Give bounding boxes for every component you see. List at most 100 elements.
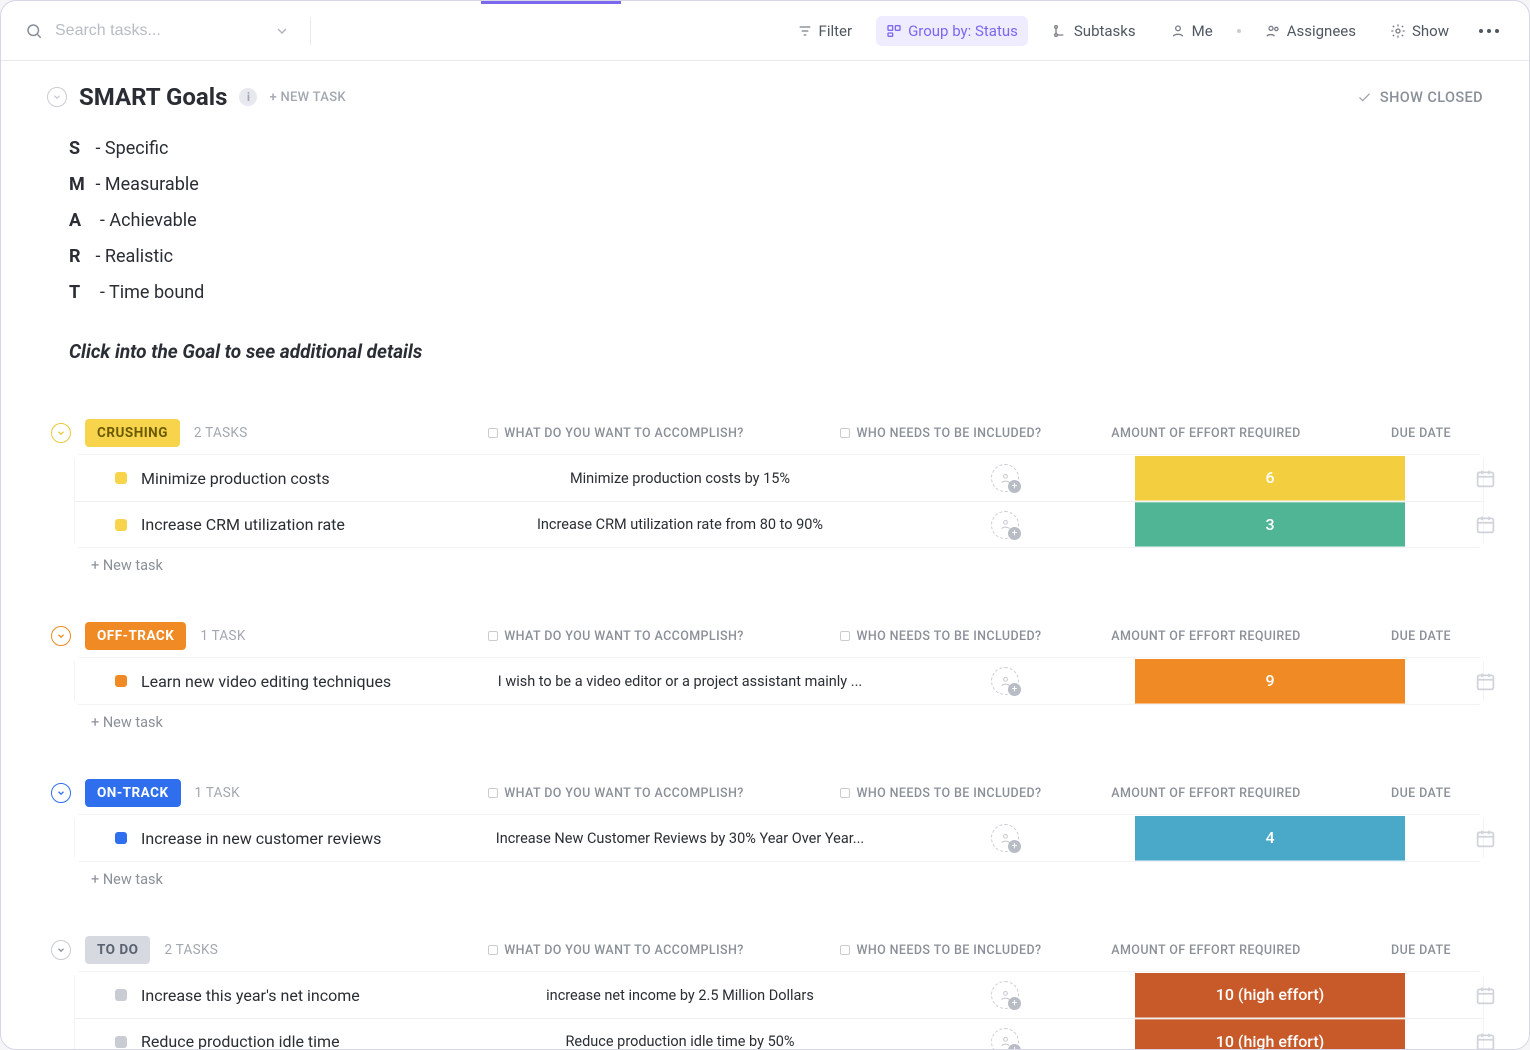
filter-button[interactable]: Filter	[787, 16, 863, 46]
gear-icon	[1390, 23, 1406, 39]
task-row[interactable]: Increase in new customer reviews Increas…	[75, 815, 1483, 861]
group-toggle[interactable]	[51, 783, 71, 803]
col-accomplish: WHAT DO YOU WANT TO ACCOMPLISH?	[504, 943, 743, 958]
effort-cell[interactable]: 10 (high effort)	[1135, 1019, 1405, 1049]
group-crushing: CRUSHING 2 TASKS WHAT DO YOU WANT TO ACC…	[47, 419, 1483, 574]
tab-indicator	[481, 1, 621, 4]
status-square	[115, 989, 127, 1001]
new-task-button[interactable]: + New task	[47, 704, 1483, 731]
task-accomplish: Reduce production idle time by 50%	[485, 1033, 875, 1049]
group-toggle[interactable]	[51, 423, 71, 443]
col-who: WHO NEEDS TO BE INCLUDED?	[856, 786, 1041, 801]
more-menu[interactable]	[1473, 29, 1505, 33]
new-task-button[interactable]: + New task	[47, 547, 1483, 574]
effort-cell[interactable]: 10 (high effort)	[1135, 973, 1405, 1018]
chevron-down-icon[interactable]	[274, 23, 290, 39]
calendar-icon[interactable]	[1475, 514, 1496, 535]
effort-cell[interactable]: 4	[1135, 816, 1405, 861]
task-name: Learn new video editing techniques	[141, 672, 391, 691]
filter-label: Filter	[819, 22, 853, 40]
search-input[interactable]	[53, 21, 264, 41]
separator-dot	[1237, 29, 1241, 33]
task-count: 2 TASKS	[164, 942, 218, 958]
col-due: DUE DATE	[1391, 426, 1451, 441]
text-column-icon	[488, 428, 498, 438]
new-task-header-button[interactable]: + NEW TASK	[269, 90, 345, 105]
col-accomplish: WHAT DO YOU WANT TO ACCOMPLISH?	[504, 629, 743, 644]
task-row[interactable]: Learn new video editing techniques I wis…	[75, 658, 1483, 704]
task-row[interactable]: Increase CRM utilization rate Increase C…	[75, 501, 1483, 547]
task-accomplish: increase net income by 2.5 Million Dolla…	[485, 987, 875, 1004]
status-square	[115, 832, 127, 844]
page-title: SMART Goals	[79, 83, 227, 111]
show-label: Show	[1412, 22, 1449, 40]
add-assignee-button[interactable]	[991, 1028, 1019, 1050]
task-accomplish: Increase CRM utilization rate from 80 to…	[485, 516, 875, 533]
col-accomplish: WHAT DO YOU WANT TO ACCOMPLISH?	[504, 786, 743, 801]
add-assignee-button[interactable]	[991, 511, 1019, 539]
task-row[interactable]: Reduce production idle time Reduce produ…	[75, 1018, 1483, 1049]
show-button[interactable]: Show	[1380, 16, 1459, 46]
status-chip-ontrack[interactable]: ON-TRACK	[85, 779, 181, 807]
add-assignee-button[interactable]	[991, 667, 1019, 695]
toolbar: Filter Group by: Status Subtasks Me Assi…	[1, 1, 1529, 61]
col-accomplish: WHAT DO YOU WANT TO ACCOMPLISH?	[504, 426, 743, 441]
calendar-icon[interactable]	[1475, 468, 1496, 489]
me-button[interactable]: Me	[1160, 16, 1223, 46]
check-icon	[1357, 90, 1372, 105]
col-due: DUE DATE	[1391, 786, 1451, 801]
effort-cell[interactable]: 6	[1135, 456, 1405, 501]
calendar-icon[interactable]	[1475, 828, 1496, 849]
effort-cell[interactable]: 9	[1135, 659, 1405, 704]
group-toggle[interactable]	[51, 940, 71, 960]
task-name: Increase CRM utilization rate	[141, 515, 345, 534]
collapse-toggle[interactable]	[47, 87, 67, 107]
status-chip-crushing[interactable]: CRUSHING	[85, 419, 180, 447]
col-effort: AMOUNT OF EFFORT REQUIRED	[1111, 426, 1300, 441]
group-ontrack: ON-TRACK 1 TASK WHAT DO YOU WANT TO ACCO…	[47, 779, 1483, 888]
new-task-button[interactable]: + New task	[47, 861, 1483, 888]
show-closed-label: SHOW CLOSED	[1380, 89, 1483, 106]
col-effort: AMOUNT OF EFFORT REQUIRED	[1111, 943, 1300, 958]
calendar-icon[interactable]	[1475, 985, 1496, 1006]
subtasks-label: Subtasks	[1074, 22, 1136, 40]
status-chip-offtrack[interactable]: OFF-TRACK	[85, 622, 186, 650]
group-by-label: Group by: Status	[908, 22, 1018, 40]
group-offtrack: OFF-TRACK 1 TASK WHAT DO YOU WANT TO ACC…	[47, 622, 1483, 731]
status-square	[115, 675, 127, 687]
group-by-button[interactable]: Group by: Status	[876, 16, 1028, 46]
text-column-icon	[840, 428, 850, 438]
task-accomplish: I wish to be a video editor or a project…	[485, 673, 875, 690]
status-square	[115, 472, 127, 484]
subtasks-button[interactable]: Subtasks	[1042, 16, 1146, 46]
show-closed-button[interactable]: SHOW CLOSED	[1357, 89, 1483, 106]
add-assignee-button[interactable]	[991, 824, 1019, 852]
search-icon	[25, 22, 43, 40]
add-assignee-button[interactable]	[991, 464, 1019, 492]
effort-cell[interactable]: 3	[1135, 502, 1405, 547]
subtasks-icon	[1052, 23, 1068, 39]
task-name: Increase this year's net income	[141, 986, 360, 1005]
status-chip-todo[interactable]: TO DO	[85, 936, 150, 964]
col-effort: AMOUNT OF EFFORT REQUIRED	[1111, 786, 1300, 801]
search-wrap	[25, 17, 311, 45]
task-row[interactable]: Minimize production costs Minimize produ…	[75, 455, 1483, 501]
col-effort: AMOUNT OF EFFORT REQUIRED	[1111, 629, 1300, 644]
calendar-icon[interactable]	[1475, 671, 1496, 692]
calendar-icon[interactable]	[1475, 1031, 1496, 1049]
task-row[interactable]: Increase this year's net income increase…	[75, 972, 1483, 1018]
divider	[310, 17, 311, 45]
col-due: DUE DATE	[1391, 943, 1451, 958]
add-assignee-button[interactable]	[991, 981, 1019, 1009]
task-name: Minimize production costs	[141, 469, 330, 488]
info-icon[interactable]: i	[239, 88, 257, 106]
task-name: Reduce production idle time	[141, 1032, 340, 1049]
assignees-label: Assignees	[1287, 22, 1356, 40]
description: S - Specific M - Measurable A - Achievab…	[69, 131, 1483, 371]
col-who: WHO NEEDS TO BE INCLUDED?	[856, 629, 1041, 644]
task-count: 1 TASK	[195, 785, 240, 801]
group-toggle[interactable]	[51, 626, 71, 646]
group-todo: TO DO 2 TASKS WHAT DO YOU WANT TO ACCOMP…	[47, 936, 1483, 1049]
status-square	[115, 1036, 127, 1048]
assignees-button[interactable]: Assignees	[1255, 16, 1366, 46]
